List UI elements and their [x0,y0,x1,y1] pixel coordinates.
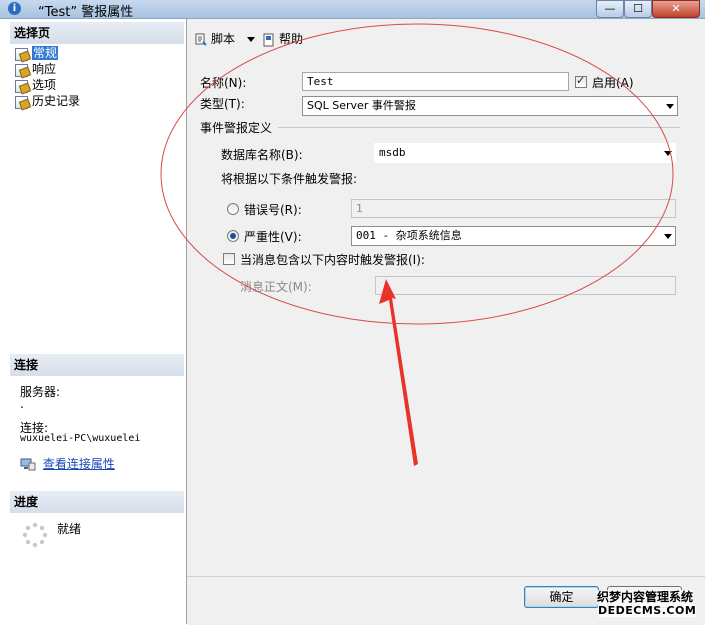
annotation-arrow [379,279,418,466]
watermark-text: 织梦内容管理系统 [597,590,694,604]
annotation-overlay [160,23,674,466]
ok-button[interactable]: 确定 [524,586,599,608]
annotation-ellipse [160,23,674,325]
watermark-domain: DEDECMS.COM [598,604,697,617]
